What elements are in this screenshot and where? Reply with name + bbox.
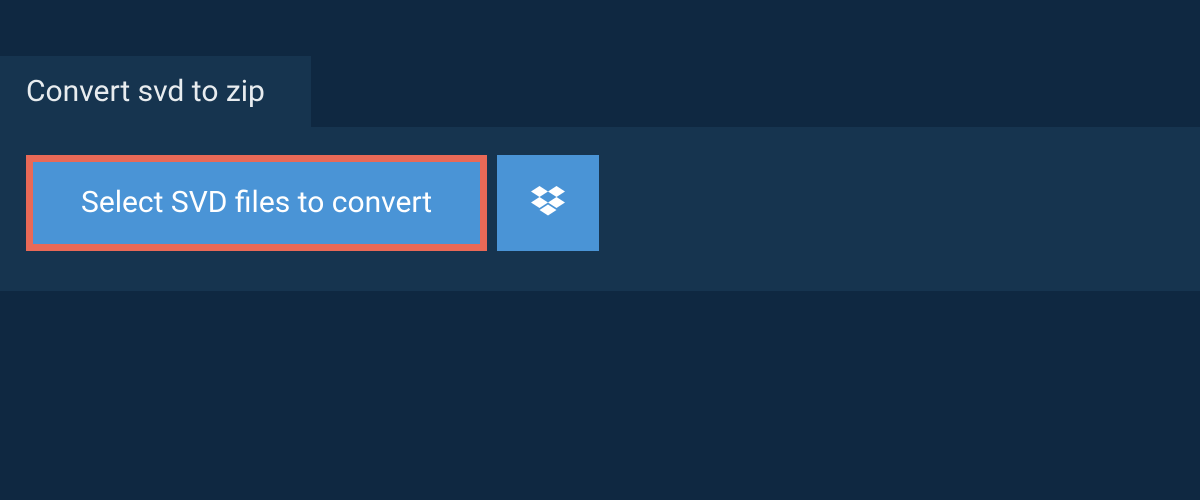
select-files-button[interactable]: Select SVD files to convert (26, 155, 487, 251)
button-row: Select SVD files to convert (26, 155, 1174, 251)
tab-bar: Convert svd to zip (0, 0, 1200, 127)
dropbox-button[interactable] (497, 155, 599, 251)
converter-panel: Select SVD files to convert (0, 127, 1200, 291)
select-files-label: Select SVD files to convert (81, 188, 432, 218)
tab-convert[interactable]: Convert svd to zip (0, 56, 311, 127)
tab-label: Convert svd to zip (26, 74, 265, 109)
dropbox-icon (531, 186, 565, 220)
